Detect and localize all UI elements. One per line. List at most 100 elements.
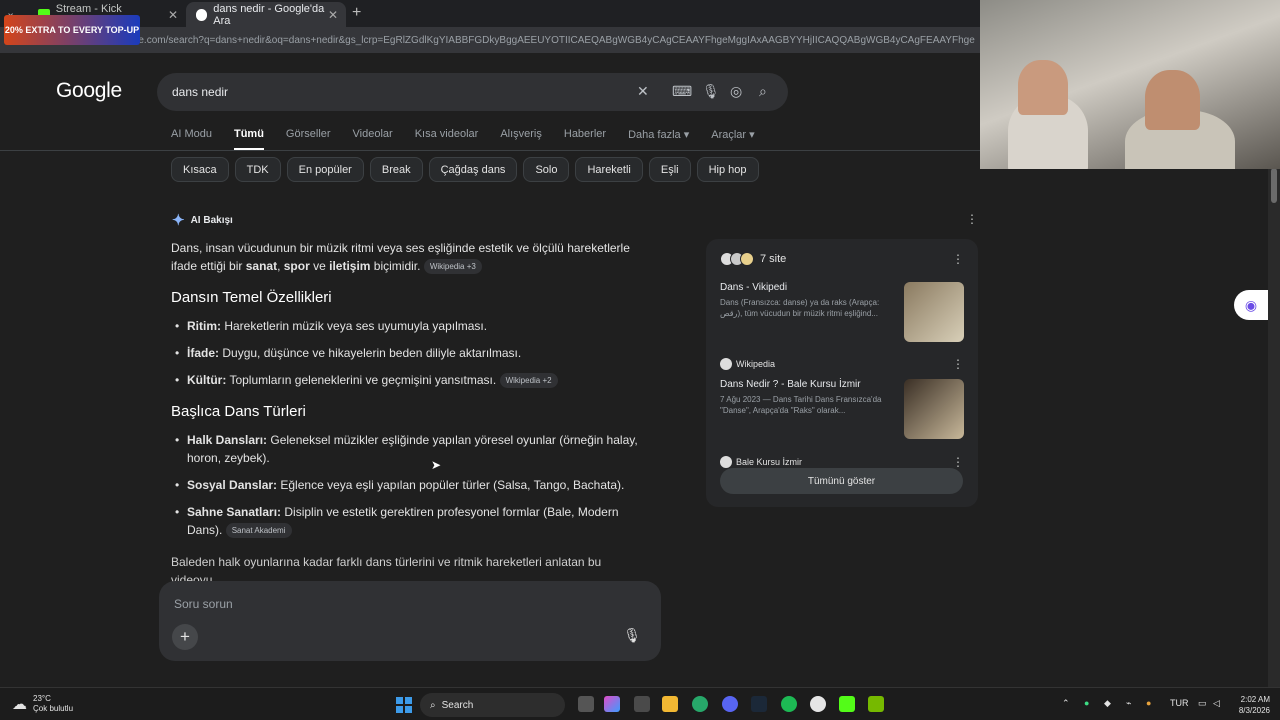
- ask-placeholder[interactable]: Soru sorun: [174, 597, 233, 611]
- tab-all[interactable]: Tümü: [233, 128, 264, 150]
- tray-app-icon[interactable]: ●: [1084, 698, 1089, 708]
- language-indicator[interactable]: TUR: [1170, 698, 1189, 708]
- display-icon[interactable]: ▭: [1198, 698, 1207, 709]
- types-list: Halk Dansları: Geleneksel müzikler eşliğ…: [171, 431, 643, 539]
- tab-ai-mode[interactable]: AI Modu: [171, 128, 212, 150]
- google-logo[interactable]: Google: [56, 79, 122, 103]
- chip[interactable]: Çağdaş dans: [428, 157, 518, 182]
- clock-date: 8/3/2026: [1238, 706, 1270, 715]
- more-options-icon[interactable]: ⋮: [952, 252, 964, 266]
- start-icon[interactable]: [396, 697, 412, 713]
- chrome-icon[interactable]: [810, 696, 826, 712]
- new-tab-icon[interactable]: +: [352, 4, 361, 22]
- source-title[interactable]: Dans Nedir ? - Bale Kursu İzmir: [720, 379, 890, 390]
- source-card-bale-kursu[interactable]: Dans Nedir ? - Bale Kursu İzmir 7 Ağu 20…: [720, 379, 964, 468]
- list-item: Sosyal Danslar: Eğlence veya eşli yapıla…: [171, 476, 643, 494]
- taskbar-search[interactable]: ⌕ Search: [420, 693, 565, 717]
- search-icon[interactable]: ⌕: [759, 83, 767, 100]
- clear-icon[interactable]: ✕: [637, 83, 649, 100]
- more-options-icon[interactable]: ⋮: [952, 357, 964, 371]
- mic-icon[interactable]: 🎙: [623, 627, 641, 644]
- source-site: Wikipedia: [720, 358, 775, 370]
- site-icon: [720, 456, 732, 468]
- tab-shopping[interactable]: Alışveriş: [500, 128, 542, 150]
- source-title[interactable]: Dans - Vikipedi: [720, 282, 890, 293]
- lens-icon[interactable]: ◎: [730, 83, 742, 100]
- chip[interactable]: Eşli: [648, 157, 691, 182]
- mic-tray-icon[interactable]: ●: [1146, 698, 1151, 708]
- tab-bar: ⌄ Stream - Kick Dashboard ✕ dans nedir -…: [0, 0, 980, 27]
- webcam-overlay: [980, 0, 1280, 169]
- list-item: İfade: Duygu, düşünce ve hikayelerin bed…: [171, 344, 643, 362]
- refinement-chips: Kısaca TDK En popüler Break Çağdaş dans …: [171, 157, 759, 182]
- more-options-icon[interactable]: ⋮: [966, 212, 978, 226]
- copilot-icon[interactable]: [604, 696, 620, 712]
- google-favicon-icon: [196, 8, 208, 21]
- mouse-cursor-icon: ➤: [431, 458, 442, 472]
- tray-app-icon[interactable]: ◆: [1104, 698, 1111, 709]
- features-list: Ritim: Hareketlerin müzik veya ses uyumu…: [171, 317, 643, 389]
- tab-more[interactable]: Daha fazla ▾: [628, 128, 689, 150]
- clock[interactable]: 2:02 AM 8/3/2026: [1228, 694, 1270, 716]
- search-tabs: AI Modu Tümü Görseller Videolar Kısa vid…: [171, 128, 777, 150]
- volume-icon[interactable]: ◁: [1213, 698, 1220, 709]
- mic-icon[interactable]: 🎙: [702, 83, 720, 100]
- keyboard-icon[interactable]: ⌨: [672, 83, 692, 100]
- wikipedia-icon: [720, 358, 732, 370]
- network-icon[interactable]: ⌁: [1126, 698, 1131, 709]
- close-icon[interactable]: ✕: [328, 8, 338, 22]
- tab-images[interactable]: Görseller: [286, 128, 331, 150]
- list-item: Kültür: Toplumların geleneklerini ve geç…: [171, 371, 643, 389]
- add-icon[interactable]: +: [172, 624, 198, 650]
- chip[interactable]: Break: [369, 157, 423, 182]
- ask-followup-box[interactable]: Soru sorun + 🎙: [159, 581, 661, 661]
- scrollbar-thumb[interactable]: [1271, 168, 1277, 203]
- chip[interactable]: En popüler: [286, 157, 364, 182]
- taskbar: ☁ 23°C Çok bulutlu ⌕ Search ⌃ ● ◆ ⌁ ● TUR…: [0, 687, 1280, 720]
- more-options-icon[interactable]: ⋮: [952, 455, 964, 469]
- edge-icon[interactable]: [692, 696, 708, 712]
- citation-chip[interactable]: Wikipedia +3: [423, 259, 482, 275]
- citation-chip[interactable]: Sanat Akademi: [225, 523, 292, 539]
- discord-icon[interactable]: [722, 696, 738, 712]
- section-heading: Dansın Temel Özellikleri: [171, 289, 332, 306]
- tab-short-videos[interactable]: Kısa videolar: [415, 128, 479, 150]
- store-icon[interactable]: [634, 696, 650, 712]
- tab-news[interactable]: Haberler: [564, 128, 606, 150]
- address-bar[interactable]: https://www.google.com/search?q=dans+ned…: [0, 27, 980, 53]
- section-heading: Başlıca Dans Türleri: [171, 403, 306, 420]
- weather-desc: Çok bulutlu: [33, 704, 74, 713]
- search-input[interactable]: dans nedir ✕ ⌨ 🎙 ◎ ⌕: [157, 73, 788, 111]
- file-explorer-icon[interactable]: [662, 696, 678, 712]
- show-all-button[interactable]: Tümünü göster: [720, 468, 963, 494]
- citation-chip[interactable]: Wikipedia +2: [499, 373, 558, 389]
- tab-tools[interactable]: Araçlar ▾: [711, 128, 754, 150]
- close-icon[interactable]: ✕: [168, 8, 178, 22]
- steam-icon[interactable]: [751, 696, 767, 712]
- nvidia-icon[interactable]: [868, 696, 884, 712]
- chip[interactable]: Kısaca: [171, 157, 229, 182]
- list-item: Ritim: Hareketlerin müzik veya ses uyumu…: [171, 317, 643, 335]
- sources-header[interactable]: 7 site: [720, 252, 786, 266]
- chevron-up-icon[interactable]: ⌃: [1062, 698, 1070, 709]
- chip[interactable]: Solo: [523, 157, 570, 182]
- weather-widget[interactable]: ☁ 23°C Çok bulutlu: [12, 694, 73, 714]
- chip[interactable]: TDK: [234, 157, 281, 182]
- ai-overview-header: ✦ AI Bakışı: [172, 211, 233, 229]
- chip[interactable]: Hareketli: [575, 157, 643, 182]
- source-card-wikipedia[interactable]: Dans - Vikipedi Dans (Fransızca: danse) …: [720, 282, 964, 370]
- search-query[interactable]: dans nedir: [172, 85, 228, 99]
- kick-icon[interactable]: [839, 696, 855, 712]
- source-thumbnail: [904, 379, 964, 439]
- source-thumbnail: [904, 282, 964, 342]
- tab-videos[interactable]: Videolar: [353, 128, 393, 150]
- chip[interactable]: Hip hop: [696, 157, 759, 182]
- tab-google-search[interactable]: dans nedir - Google'da Ara ✕: [186, 2, 346, 27]
- url-text[interactable]: https://www.google.com/search?q=dans+ned…: [60, 35, 975, 46]
- task-view-icon[interactable]: [578, 696, 594, 712]
- spotify-icon[interactable]: [781, 696, 797, 712]
- list-item: Sahne Sanatları: Disiplin ve estetik ger…: [171, 503, 643, 539]
- clock-time: 2:02 AM: [1240, 695, 1270, 704]
- ai-overview-title: AI Bakışı: [190, 214, 233, 226]
- assistant-sidebar-button[interactable]: ◉: [1234, 290, 1268, 320]
